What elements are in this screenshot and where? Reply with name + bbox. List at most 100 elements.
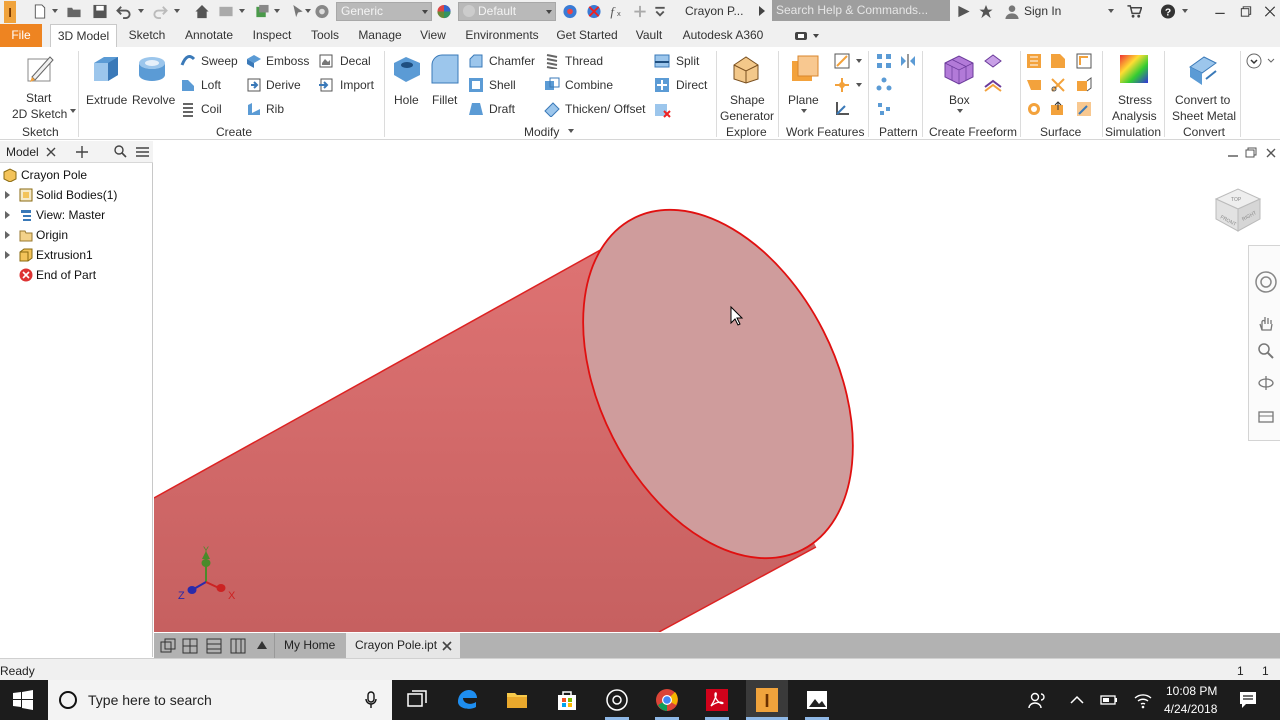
expand-arrow-icon[interactable] <box>5 211 10 219</box>
photos-icon[interactable] <box>805 688 829 712</box>
battery-icon[interactable] <box>1100 692 1118 708</box>
tree-item-origin[interactable]: Origin <box>0 225 153 245</box>
emboss-button[interactable]: Emboss <box>246 51 312 71</box>
tree-item-extrusion1[interactable]: Extrusion1 <box>0 245 153 265</box>
tab-annotate[interactable]: Annotate <box>178 24 240 47</box>
save-icon[interactable] <box>92 4 108 19</box>
browser-menu-icon[interactable] <box>136 146 149 158</box>
tab-my-home[interactable]: My Home <box>274 633 340 658</box>
customize-toolbar-icon[interactable] <box>652 4 668 19</box>
cascade-windows-icon[interactable] <box>160 638 176 654</box>
title-arrow-icon[interactable] <box>758 6 766 16</box>
tab-sketch[interactable]: Sketch <box>122 24 172 47</box>
action-center-icon[interactable] <box>1238 690 1258 710</box>
restore-icon[interactable] <box>1238 4 1254 19</box>
group-label-modify[interactable]: Modify <box>524 125 559 139</box>
freeform-face-icon[interactable] <box>984 53 1002 69</box>
zoom-icon[interactable] <box>1257 342 1275 360</box>
camera-app-icon[interactable] <box>605 688 629 712</box>
panel-display-toggle-icon[interactable] <box>794 31 822 41</box>
browser-tab-model[interactable]: Model <box>6 145 39 159</box>
binoculars-icon[interactable] <box>956 4 972 19</box>
taskbar-date[interactable]: 4/24/2018 <box>1164 702 1217 716</box>
tab-manage[interactable]: Manage <box>352 24 408 47</box>
tab-vault[interactable]: Vault <box>630 24 668 47</box>
repair-bodies-icon[interactable] <box>1076 101 1092 117</box>
appearance-dropdown[interactable]: Generic <box>336 2 432 21</box>
tab-tools[interactable]: Tools <box>304 24 346 47</box>
taskbar-time[interactable]: 10:08 PM <box>1166 684 1217 698</box>
tab-close-icon[interactable] <box>442 641 452 651</box>
sculpt-icon[interactable] <box>1076 53 1092 69</box>
extrude-button[interactable]: Extrude <box>86 51 128 111</box>
edge-browser-icon[interactable] <box>455 688 479 712</box>
tab-crayon-pole[interactable]: Crayon Pole.ipt <box>346 633 460 658</box>
browser-close-icon[interactable] <box>46 147 56 157</box>
viewport-window-controls-icon[interactable] <box>1226 147 1278 159</box>
ucs-icon[interactable] <box>834 101 850 117</box>
tree-item-end-of-part[interactable]: End of Part <box>0 265 153 285</box>
people-icon[interactable] <box>1028 691 1046 709</box>
delete-face-icon[interactable] <box>654 101 672 119</box>
material-color-icon[interactable] <box>436 4 452 19</box>
store-icon[interactable] <box>555 688 579 712</box>
view-cube-icon[interactable]: TOPFRONT RIGHT <box>1210 181 1266 237</box>
sketch-driven-pattern-icon[interactable] <box>876 101 892 117</box>
coil-button[interactable]: Coil <box>180 99 244 119</box>
shell-button[interactable]: Shell <box>468 75 540 95</box>
undo-icon[interactable] <box>116 4 132 19</box>
add-icon[interactable] <box>632 4 648 19</box>
convert-freeform-icon[interactable] <box>984 77 1002 93</box>
tree-item-solid-bodies[interactable]: Solid Bodies(1) <box>0 185 153 205</box>
adjust-icon[interactable] <box>562 4 578 19</box>
update-icon[interactable] <box>254 4 270 19</box>
convert-to-sheet-metal-button[interactable]: Convert to Sheet Metal <box>1168 51 1240 123</box>
cylinder-model[interactable]: Z X Y <box>154 141 1280 632</box>
tab-environments[interactable]: Environments <box>460 24 544 47</box>
favorites-icon[interactable] <box>978 4 994 19</box>
minimize-icon[interactable] <box>1212 4 1228 19</box>
thicken-offset-button[interactable]: Thicken/ Offset <box>544 99 650 119</box>
derive-button[interactable]: Derive <box>246 75 312 95</box>
home-icon[interactable] <box>194 4 210 19</box>
stitch-icon[interactable] <box>1050 53 1066 69</box>
rib-button[interactable]: Rib <box>246 99 312 119</box>
add-browser-icon[interactable] <box>76 146 88 158</box>
decal-button[interactable]: Decal <box>318 51 380 71</box>
work-axis-icon[interactable] <box>834 53 850 69</box>
show-hidden-icons-icon[interactable] <box>1070 694 1084 706</box>
sweep-button[interactable]: Sweep <box>180 51 244 71</box>
inventor-logo-icon[interactable]: I <box>4 1 16 23</box>
draft-button[interactable]: Draft <box>468 99 540 119</box>
task-view-icon[interactable] <box>405 688 429 712</box>
new-file-icon[interactable] <box>32 4 48 19</box>
rectangular-pattern-icon[interactable] <box>876 53 892 69</box>
inventor-taskbar-button[interactable]: I <box>746 680 788 720</box>
fillet-button[interactable]: Fillet <box>428 51 462 111</box>
shape-generator-button[interactable]: Shape Generator <box>718 51 774 123</box>
direct-button[interactable]: Direct <box>654 75 710 95</box>
parameters-icon[interactable]: fx <box>608 4 624 19</box>
help-search-input[interactable]: Search Help & Commands... <box>772 0 950 21</box>
wifi-icon[interactable] <box>1134 691 1152 709</box>
chrome-icon[interactable] <box>655 688 679 712</box>
sign-in-link[interactable]: Sign In <box>1024 4 1061 18</box>
import-button[interactable]: Import <box>318 75 380 95</box>
clear-appearance-icon[interactable] <box>586 4 602 19</box>
patch-icon[interactable] <box>1026 77 1042 93</box>
stress-analysis-button[interactable]: Stress Analysis <box>1106 51 1162 123</box>
browser-search-icon[interactable] <box>114 145 127 158</box>
appearance-icon[interactable] <box>314 4 330 19</box>
replace-face-icon[interactable] <box>1026 101 1042 117</box>
tree-item-view-master[interactable]: View: Master <box>0 205 153 225</box>
redo-icon[interactable] <box>152 4 168 19</box>
combine-button[interactable]: Combine <box>544 75 650 95</box>
work-point-icon[interactable] <box>834 77 850 93</box>
expand-arrow-icon[interactable] <box>5 231 10 239</box>
tile-horizontal-icon[interactable] <box>206 638 222 654</box>
microphone-icon[interactable] <box>364 691 378 709</box>
tab-view[interactable]: View <box>414 24 452 47</box>
loft-button[interactable]: Loft <box>180 75 244 95</box>
ribbon-options-icon[interactable] <box>1246 53 1276 69</box>
tab-inspect[interactable]: Inspect <box>246 24 298 47</box>
